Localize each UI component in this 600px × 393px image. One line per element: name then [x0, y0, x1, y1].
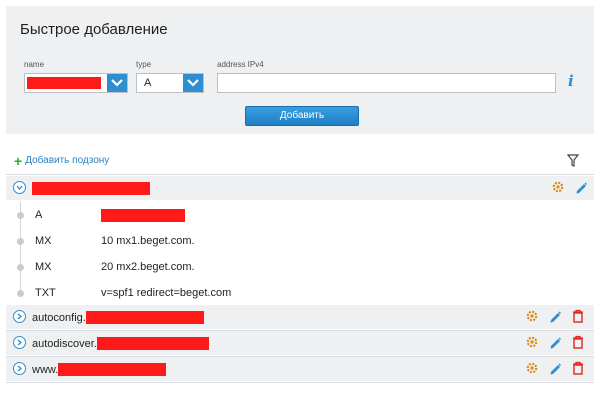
gear-icon[interactable] — [525, 335, 539, 349]
trash-icon[interactable] — [571, 309, 585, 323]
name-label: name — [24, 60, 45, 69]
record-value: 20 mx2.beget.com. — [101, 261, 195, 273]
subzone-prefix: autodiscover. — [32, 337, 97, 350]
record-value: 10 mx1.beget.com. — [101, 235, 195, 247]
filter-icon[interactable] — [567, 154, 579, 167]
subzone-name: autoconfig. — [32, 311, 204, 324]
address-label: address IPv4 — [217, 60, 264, 69]
redacted-domain — [58, 363, 167, 376]
expand-toggle[interactable] — [13, 362, 26, 375]
quick-add-title: Быстрое добавление — [20, 21, 168, 38]
pencil-icon[interactable] — [548, 361, 562, 375]
info-icon[interactable]: i — [568, 72, 574, 90]
plus-icon: + — [14, 152, 23, 169]
divider — [6, 174, 594, 175]
subzone-prefix: autoconfig. — [32, 311, 86, 324]
subzone-prefix: www. — [32, 363, 59, 376]
expand-toggle[interactable] — [13, 310, 26, 323]
dns-record: MX 20 mx2.beget.com. — [6, 254, 594, 280]
gear-icon[interactable] — [525, 309, 539, 323]
record-value — [101, 209, 185, 225]
redacted-domain — [32, 182, 150, 195]
redacted-ip — [101, 209, 185, 222]
subzone-actions — [516, 309, 585, 323]
dns-record: TXT v=spf1 redirect=beget.com — [6, 280, 594, 306]
subzone-actions — [516, 335, 585, 349]
record-value: v=spf1 redirect=beget.com — [101, 287, 232, 299]
pencil-icon[interactable] — [574, 180, 588, 194]
dns-record: MX 10 mx1.beget.com. — [6, 228, 594, 254]
chevron-down-icon — [16, 185, 23, 191]
redacted-domain — [85, 311, 204, 324]
subzone-row[interactable]: autoconfig. — [6, 305, 594, 329]
type-select[interactable]: A — [136, 73, 204, 93]
chevron-down-icon — [187, 79, 199, 87]
chevron-right-icon — [17, 339, 23, 346]
name-select[interactable] — [24, 73, 128, 93]
record-type: MX — [35, 235, 52, 247]
dns-record: A — [6, 202, 594, 228]
type-label: type — [136, 60, 152, 69]
zone-row-main[interactable] — [6, 176, 594, 200]
add-button[interactable]: Добавить — [245, 106, 359, 126]
add-subzone-label: Добавить подзону — [25, 155, 110, 166]
name-dropdown-button[interactable] — [107, 74, 127, 92]
divider — [6, 382, 594, 383]
add-subzone-link[interactable]: + Добавить подзону — [14, 152, 110, 169]
redacted-domain — [96, 337, 209, 350]
tree-dot — [17, 212, 24, 219]
quick-add-panel: Быстрое добавление name type address IPv… — [6, 6, 594, 134]
record-type: TXT — [35, 287, 56, 299]
gear-icon[interactable] — [525, 361, 539, 375]
subzone-actions — [516, 361, 585, 375]
tree-dot — [17, 264, 24, 271]
chevron-right-icon — [17, 313, 23, 320]
type-select-value: A — [144, 77, 152, 89]
subzone-name: www. — [32, 363, 167, 376]
subzone-row[interactable]: autodiscover. — [6, 331, 594, 355]
collapse-toggle[interactable] — [13, 181, 26, 194]
chevron-down-icon — [111, 79, 123, 87]
record-type: MX — [35, 261, 52, 273]
tree-dot — [17, 238, 24, 245]
tree-dot — [17, 290, 24, 297]
subzone-name: autodiscover. — [32, 337, 209, 350]
type-dropdown-button[interactable] — [183, 74, 203, 92]
chevron-right-icon — [17, 365, 23, 372]
trash-icon[interactable] — [571, 361, 585, 375]
redacted-name — [27, 77, 101, 89]
pencil-icon[interactable] — [548, 309, 562, 323]
zone-actions — [542, 180, 588, 194]
record-type: A — [35, 209, 43, 221]
pencil-icon[interactable] — [548, 335, 562, 349]
subzone-row[interactable]: www. — [6, 357, 594, 381]
trash-icon[interactable] — [571, 335, 585, 349]
gear-icon[interactable] — [551, 180, 565, 194]
expand-toggle[interactable] — [13, 336, 26, 349]
address-input[interactable] — [217, 73, 556, 93]
zone-name — [32, 182, 150, 195]
